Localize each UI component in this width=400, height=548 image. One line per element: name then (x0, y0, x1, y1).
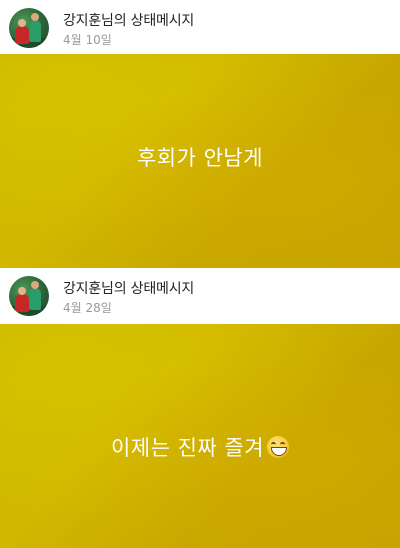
status-message: 이제는 진짜 즐겨 (110, 432, 290, 462)
avatar-figure-head (18, 287, 26, 295)
status-message-card[interactable]: 후회가 안남게 (0, 54, 400, 268)
post-date: 4월 28일 (63, 301, 112, 315)
status-post: 강지훈님의 상태메시지 4월 28일 이제는 진짜 즐겨 (0, 268, 400, 548)
avatar[interactable] (9, 8, 49, 48)
status-post: 강지훈님의 상태메시지 4월 10일 후회가 안남게 (0, 0, 400, 268)
avatar-figure-head (31, 281, 39, 289)
post-header: 강지훈님의 상태메시지 4월 28일 (0, 268, 400, 324)
avatar-figure (29, 20, 41, 42)
author-name[interactable]: 강지훈님의 상태메시지 (63, 10, 194, 30)
author-name[interactable]: 강지훈님의 상태메시지 (63, 278, 194, 298)
avatar-figure (15, 294, 29, 312)
post-header: 강지훈님의 상태메시지 4월 10일 (0, 0, 400, 54)
status-message-card[interactable]: 이제는 진짜 즐겨 (0, 324, 400, 548)
avatar-figure (29, 288, 41, 310)
status-message: 후회가 안남게 (137, 142, 263, 172)
avatar[interactable] (9, 276, 49, 316)
avatar-figure-head (31, 13, 39, 21)
grinning-face-emoji-icon (267, 436, 290, 458)
status-message-text: 후회가 안남게 (136, 146, 264, 170)
post-date: 4월 10일 (63, 33, 112, 47)
status-message-text: 이제는 진짜 즐겨 (110, 436, 265, 460)
emoji-mouth (271, 447, 288, 456)
avatar-figure-head (18, 19, 26, 27)
avatar-figure (15, 26, 29, 44)
